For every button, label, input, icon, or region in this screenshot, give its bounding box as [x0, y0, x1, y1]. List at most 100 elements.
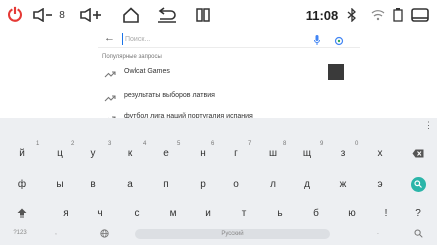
- key-label: з: [340, 147, 346, 159]
- key-label: с: [134, 207, 140, 219]
- suggestion-text: Owlcat Games: [124, 68, 170, 75]
- key-label: Русский: [221, 231, 244, 237]
- key-label: у: [90, 147, 96, 159]
- symbols-key[interactable]: ?123: [4, 224, 36, 242]
- key-label: щ: [302, 147, 312, 159]
- key[interactable]: в: [77, 173, 109, 195]
- key-label: ш: [268, 147, 278, 159]
- space-key[interactable]: Русский: [135, 229, 330, 239]
- key-label: э: [377, 178, 383, 190]
- key[interactable]: ю: [336, 202, 368, 224]
- trending-icon: [104, 67, 116, 79]
- suggestion-item[interactable]: результаты выборов латвия: [98, 88, 360, 106]
- search-icon: [414, 229, 423, 238]
- key[interactable]: ?: [402, 202, 434, 224]
- key[interactable]: с: [121, 202, 153, 224]
- power-icon[interactable]: ⏻: [6, 6, 24, 24]
- key-hint: 0: [355, 141, 359, 147]
- lens-icon[interactable]: [334, 33, 344, 46]
- key-label: !: [384, 207, 388, 219]
- key-label: й: [19, 147, 25, 159]
- key[interactable]: ч: [84, 202, 116, 224]
- key[interactable]: э: [364, 173, 396, 195]
- search-key[interactable]: [402, 173, 434, 195]
- suggestion-thumbnail: [328, 64, 344, 80]
- key[interactable]: ж: [327, 173, 359, 195]
- battery-icon: [392, 6, 404, 24]
- key-label: е: [163, 147, 169, 159]
- key[interactable]: я: [50, 202, 82, 224]
- key-label: ,: [55, 230, 57, 236]
- key[interactable]: а: [114, 173, 146, 195]
- key[interactable]: к: [114, 142, 146, 164]
- key-hint: 4: [143, 141, 147, 147]
- suggestion-text: результаты выборов латвия: [124, 92, 215, 99]
- backspace-key[interactable]: [402, 142, 434, 164]
- key[interactable]: и: [192, 202, 224, 224]
- key[interactable]: х: [364, 142, 396, 164]
- suggestion-item[interactable]: Owlcat Games: [98, 64, 360, 82]
- mic-icon[interactable]: [314, 33, 320, 45]
- key[interactable]: щ: [291, 142, 323, 164]
- key-label: и: [205, 207, 211, 219]
- key-label: в: [90, 178, 96, 190]
- key[interactable]: т: [228, 202, 260, 224]
- key-label: а: [127, 178, 133, 190]
- key[interactable]: ы: [44, 173, 76, 195]
- status-bar: ⏻ 8 11:08: [0, 0, 437, 30]
- key-label: т: [241, 207, 247, 219]
- bluetooth-icon: [345, 6, 359, 24]
- key-label: ф: [17, 178, 27, 190]
- key-label: я: [63, 207, 69, 219]
- key[interactable]: ь: [264, 202, 296, 224]
- key-hint: 9: [320, 141, 324, 147]
- key-label: п: [163, 178, 169, 190]
- keyboard: ⋮ й 1 ц 2 у 3 к 4 е 5 н 6 г 7 ш 8 щ 9 з …: [0, 118, 437, 245]
- keyboard-settings-icon[interactable]: ⋮: [424, 120, 433, 131]
- key[interactable]: д: [291, 173, 323, 195]
- key[interactable]: л: [257, 173, 289, 195]
- volume-down-icon[interactable]: [32, 6, 54, 24]
- key-label: р: [200, 178, 206, 190]
- key[interactable]: п: [150, 173, 182, 195]
- key-hint: 6: [211, 141, 215, 147]
- wifi-icon: [370, 6, 386, 24]
- key[interactable]: б: [300, 202, 332, 224]
- key[interactable]: й: [6, 142, 38, 164]
- window-icon[interactable]: [410, 6, 430, 24]
- globe-icon: [99, 228, 109, 238]
- key[interactable]: р: [187, 173, 219, 195]
- back-icon[interactable]: [155, 6, 179, 24]
- key-label: б: [313, 207, 319, 219]
- search-icon: [410, 176, 426, 192]
- key-label: н: [200, 147, 206, 159]
- key-hint: 7: [248, 141, 252, 147]
- search-input[interactable]: [122, 33, 302, 45]
- key-label: .: [377, 230, 379, 236]
- key-label: г: [234, 147, 238, 159]
- recents-icon[interactable]: [193, 6, 213, 24]
- key-label: ч: [97, 207, 103, 219]
- key-hint: 3: [108, 141, 112, 147]
- volume-up-icon[interactable]: [78, 6, 104, 24]
- back-arrow-icon[interactable]: ←: [104, 32, 115, 44]
- enter-key[interactable]: [402, 224, 434, 242]
- key-hint: 2: [71, 141, 75, 147]
- key-label: м: [169, 207, 177, 219]
- home-icon[interactable]: [120, 6, 142, 24]
- key-label: о: [233, 178, 239, 190]
- trending-icon: [104, 91, 116, 103]
- key[interactable]: м: [157, 202, 189, 224]
- key[interactable]: о: [220, 173, 252, 195]
- popular-queries-label: Популярные запросы: [102, 54, 162, 60]
- period-key[interactable]: .: [362, 224, 394, 242]
- emoji-key[interactable]: [88, 224, 120, 242]
- key-label: ?123: [13, 230, 27, 236]
- shift-key[interactable]: [6, 202, 38, 224]
- key-label: л: [270, 178, 276, 190]
- key[interactable]: ф: [6, 173, 38, 195]
- key-label: ж: [339, 178, 347, 190]
- key[interactable]: !: [370, 202, 402, 224]
- comma-key[interactable]: ,: [40, 224, 72, 242]
- key[interactable]: у: [77, 142, 109, 164]
